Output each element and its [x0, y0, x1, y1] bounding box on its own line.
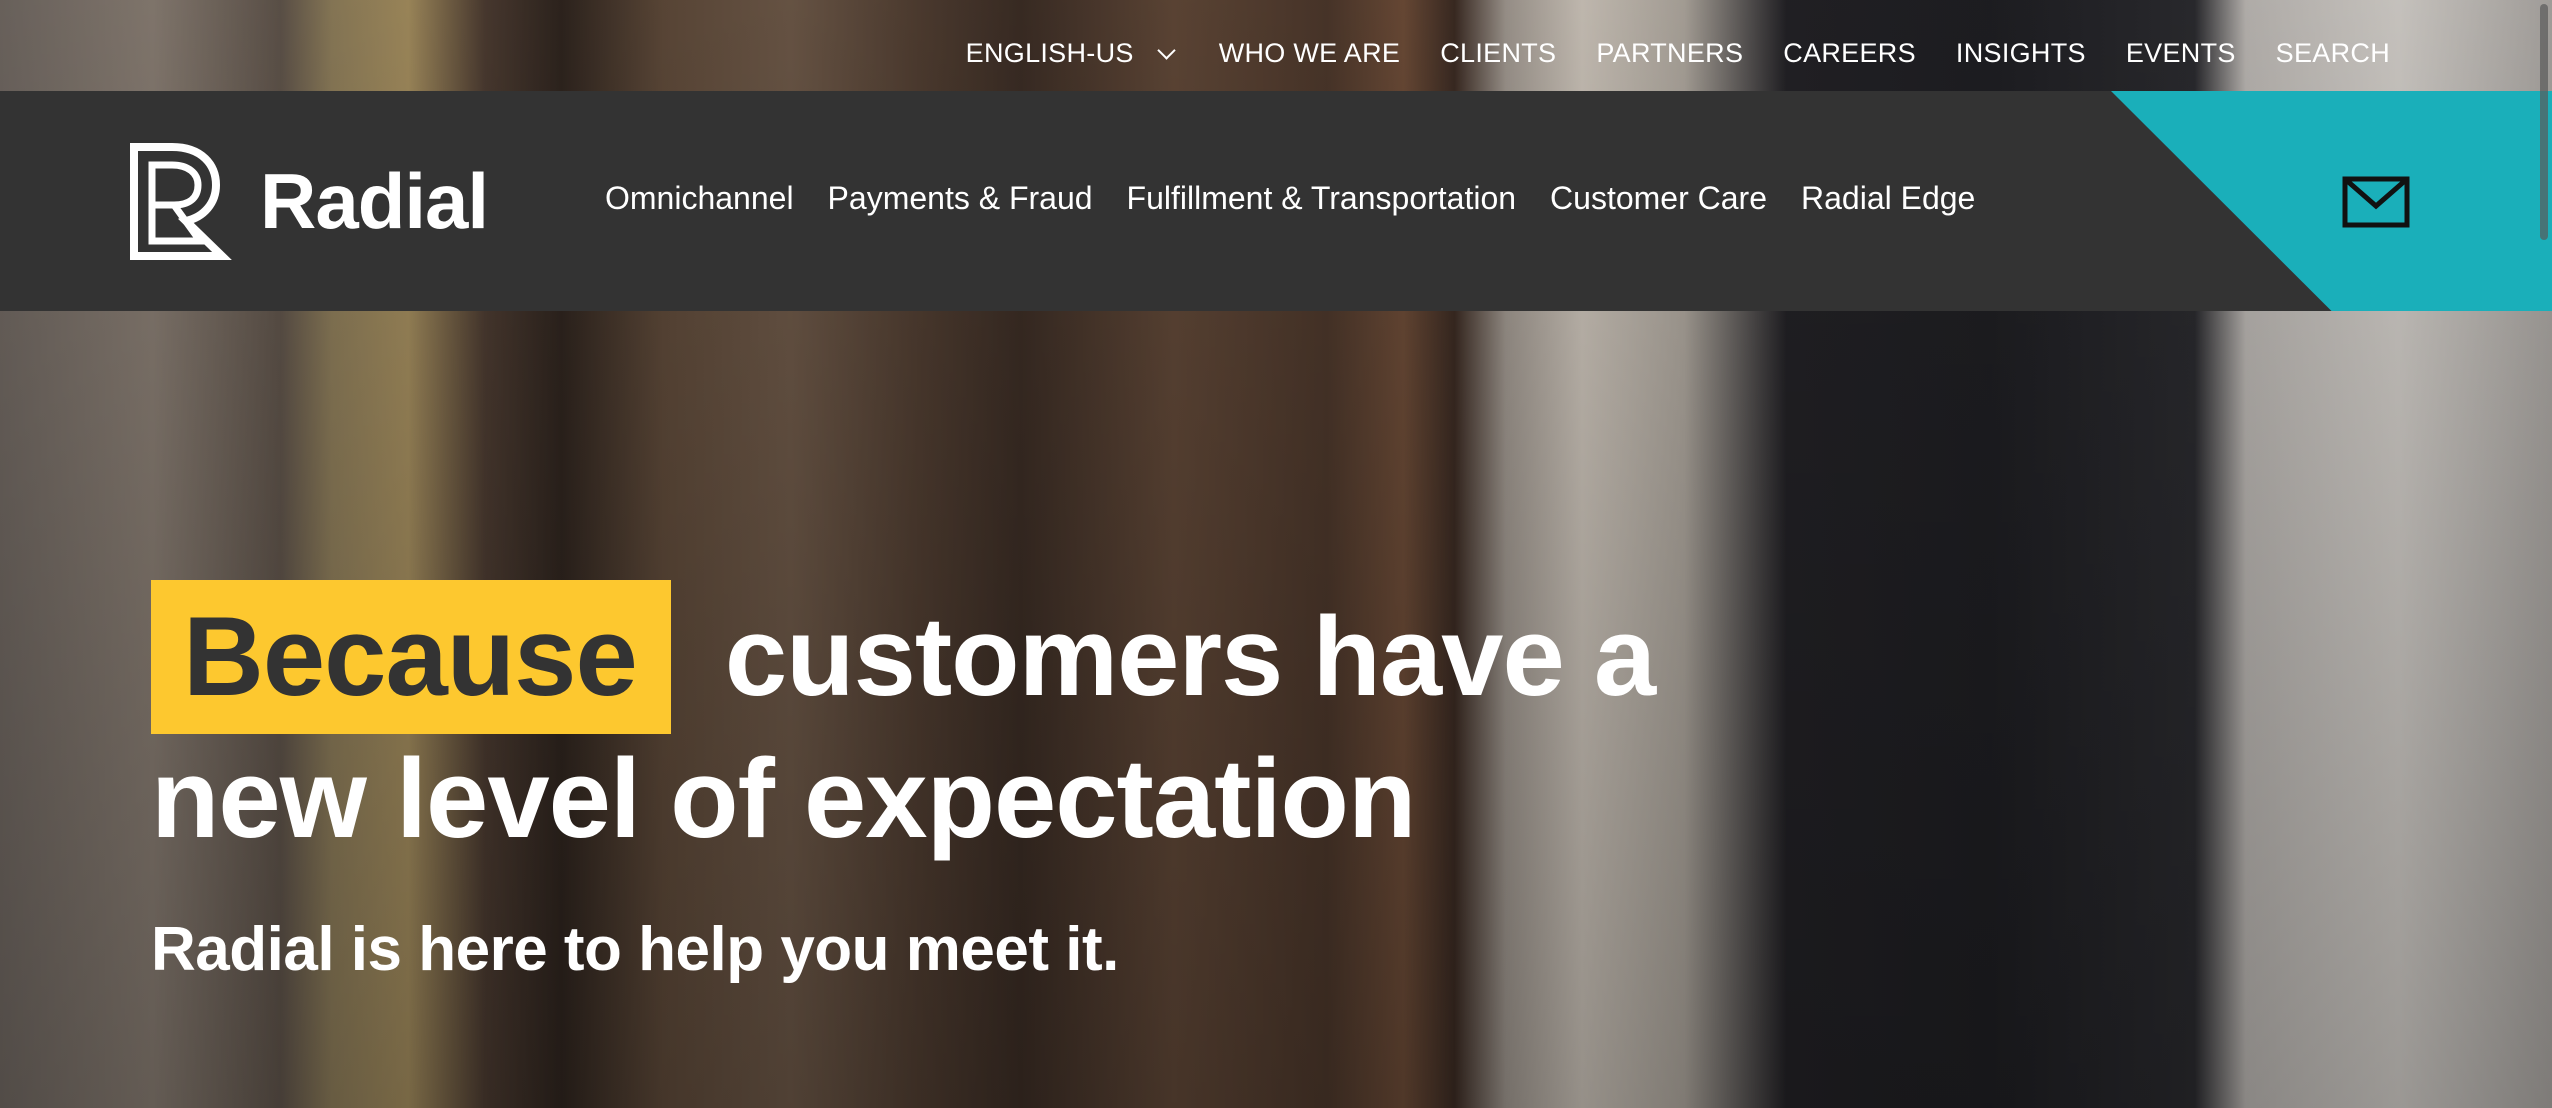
main-nav: Omnichannel Payments & Fraud Fulfillment… [605, 180, 1975, 217]
utility-nav: ENGLISH-US WHO WE ARE CLIENTS PARTNERS C… [966, 38, 2390, 69]
language-selector[interactable]: ENGLISH-US [966, 38, 1134, 69]
utility-nav-events[interactable]: EVENTS [2126, 38, 2236, 69]
utility-nav-who-we-are[interactable]: WHO WE ARE [1219, 38, 1401, 69]
headline-line-1: customers have a [724, 594, 1656, 719]
nav-radial-edge[interactable]: Radial Edge [1801, 180, 1975, 217]
chevron-down-icon[interactable] [1157, 41, 1176, 60]
utility-nav-clients[interactable]: CLIENTS [1440, 38, 1556, 69]
brand-name: Radial [260, 157, 489, 245]
hero-text: Because customers have a new level of ex… [151, 580, 1656, 985]
hero-subheadline: Radial is here to help you meet it. [151, 915, 1119, 984]
utility-nav-careers[interactable]: CAREERS [1783, 38, 1916, 69]
headline-line-2: new level of expectation [151, 736, 1416, 861]
headline-highlight: Because [151, 580, 671, 734]
utility-nav-partners[interactable]: PARTNERS [1596, 38, 1743, 69]
mail-icon[interactable] [2342, 176, 2410, 228]
nav-customer-care[interactable]: Customer Care [1550, 180, 1767, 217]
scrollbar-thumb[interactable] [2540, 4, 2548, 240]
radial-logo[interactable]: Radial [130, 143, 489, 260]
radial-r-logo-icon [130, 143, 232, 260]
nav-fulfillment-transportation[interactable]: Fulfillment & Transportation [1127, 180, 1517, 217]
hero-headline: Because customers have a new level of ex… [151, 580, 1656, 864]
utility-nav-insights[interactable]: INSIGHTS [1956, 38, 2086, 69]
utility-nav-search[interactable]: SEARCH [2276, 38, 2390, 69]
nav-payments-fraud[interactable]: Payments & Fraud [828, 180, 1093, 217]
nav-omnichannel[interactable]: Omnichannel [605, 180, 794, 217]
